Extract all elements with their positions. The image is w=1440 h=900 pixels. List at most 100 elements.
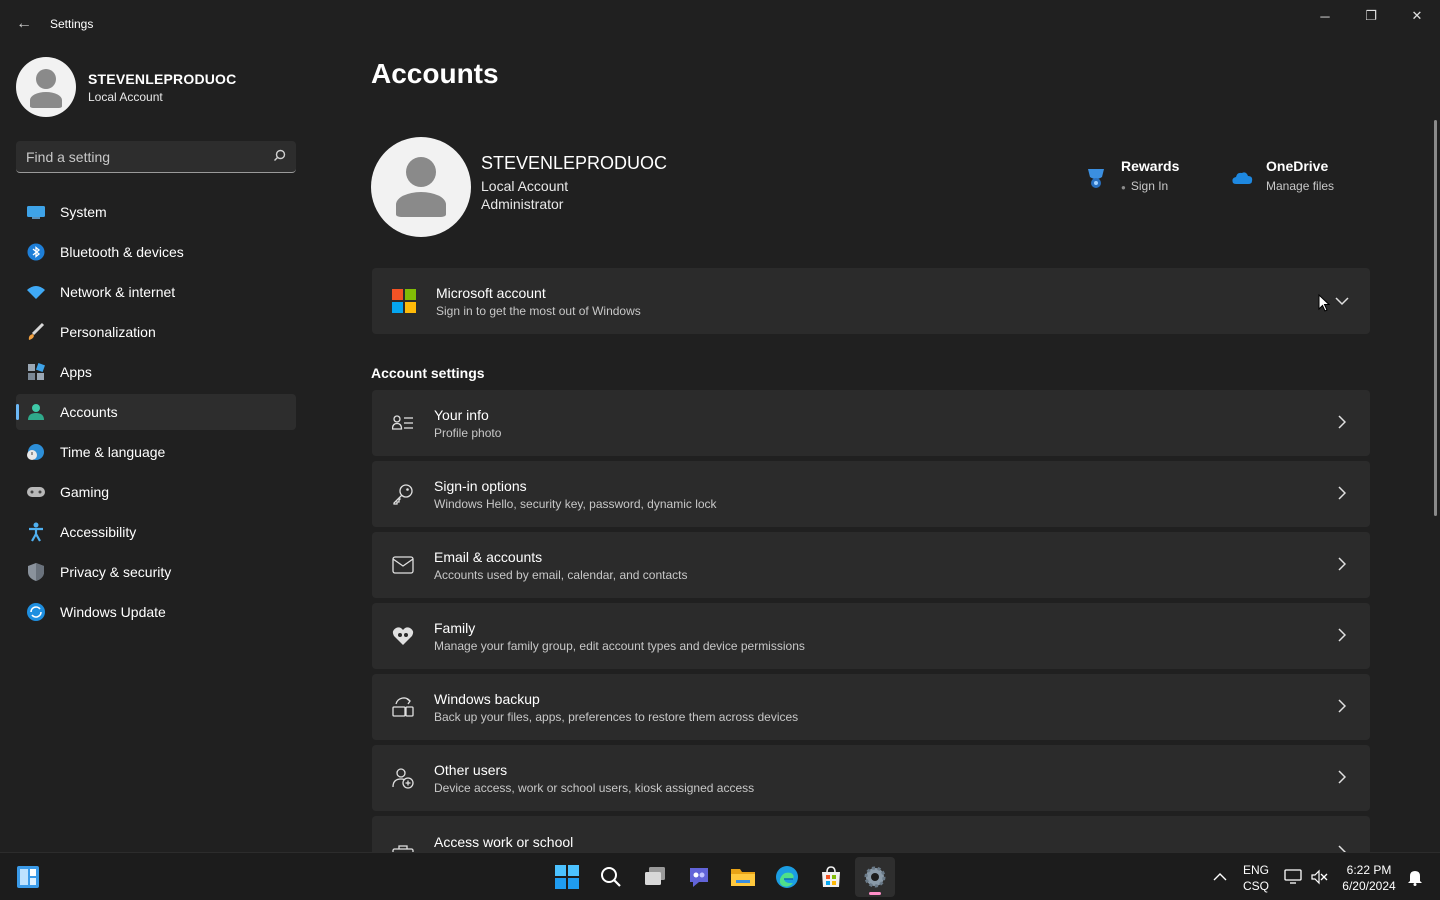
access-work-school-card[interactable]: Access work or school [372, 816, 1370, 859]
clock[interactable]: 6:22 PM 6/20/2024 [1336, 862, 1402, 894]
sidebar-item-windows-update[interactable]: Windows Update [16, 594, 296, 630]
sidebar-item-bluetooth[interactable]: Bluetooth & devices [16, 234, 296, 270]
card-title: Other users [434, 761, 508, 778]
taskbar: ENG CSQ 6:22 PM 6/20/2024 [0, 852, 1440, 900]
rewards-link[interactable]: Rewards ● Sign In [1085, 158, 1179, 193]
sidebar-item-accounts[interactable]: Accounts [16, 394, 296, 430]
sidebar-item-gaming[interactable]: Gaming [16, 474, 296, 510]
widgets-button[interactable] [8, 857, 48, 897]
account-avatar[interactable] [371, 137, 471, 237]
account-type: Local Account [481, 178, 569, 194]
minimize-icon: ─ [1320, 8, 1330, 24]
card-subtitle: Back up your files, apps, preferences to… [434, 709, 799, 724]
teams-chat-button[interactable] [679, 857, 719, 897]
brush-icon [26, 322, 46, 342]
scrollbar-thumb[interactable] [1434, 120, 1437, 516]
show-hidden-icons-button[interactable] [1202, 857, 1238, 897]
card-title: Microsoft account [436, 284, 546, 301]
family-card[interactable]: Family Manage your family group, edit ac… [372, 603, 1370, 669]
card-title: Family [434, 619, 476, 636]
your-info-card[interactable]: Your info Profile photo [372, 390, 1370, 456]
notification-bell-icon [1408, 871, 1422, 886]
volume-button[interactable] [1306, 857, 1332, 897]
microsoft-account-card[interactable]: Microsoft account Sign in to get the mos… [372, 268, 1370, 334]
keyboard-layout-code: CSQ [1242, 879, 1269, 893]
add-user-icon [392, 767, 414, 789]
sidebar-item-apps[interactable]: Apps [16, 354, 296, 390]
edge-icon [776, 866, 798, 888]
clock-date: 6/20/2024 [1342, 879, 1396, 893]
shield-icon [26, 562, 46, 582]
sidebar-item-time-language[interactable]: Time & language [16, 434, 296, 470]
family-heart-icon [392, 625, 414, 647]
network-monitor-icon [1284, 869, 1302, 884]
system-icon [26, 202, 46, 222]
backup-icon [392, 696, 414, 718]
start-button[interactable] [547, 857, 587, 897]
email-accounts-card[interactable]: Email & accounts Accounts used by email,… [372, 532, 1370, 598]
language-code: ENG [1242, 863, 1269, 877]
chevron-right-icon [1322, 485, 1362, 503]
sidebar-item-system[interactable]: System [16, 194, 296, 230]
sidebar-item-label: Windows Update [60, 604, 166, 620]
settings-button[interactable] [855, 857, 895, 897]
mouse-cursor-icon [1318, 294, 1330, 312]
close-button[interactable]: ✕ [1394, 0, 1440, 32]
notifications-button[interactable] [1402, 857, 1428, 897]
taskbar-search-button[interactable] [591, 857, 631, 897]
start-icon [555, 865, 579, 889]
rewards-trophy-icon [1085, 166, 1109, 190]
edge-button[interactable] [767, 857, 807, 897]
card-subtitle: Device access, work or school users, kio… [434, 780, 755, 795]
card-subtitle: Windows Hello, security key, password, d… [434, 496, 717, 511]
store-icon [822, 866, 840, 887]
card-title: Windows backup [434, 690, 540, 707]
back-arrow-icon: ← [16, 15, 32, 32]
widgets-icon [17, 866, 39, 888]
sidebar-item-personalization[interactable]: Personalization [16, 314, 296, 350]
search-box[interactable] [16, 141, 296, 173]
minimize-button[interactable]: ─ [1302, 0, 1348, 32]
language-indicator[interactable]: ENG CSQ [1238, 862, 1274, 894]
back-button[interactable]: ← [10, 10, 38, 38]
accessibility-icon [26, 522, 46, 542]
network-status-button[interactable] [1280, 857, 1306, 897]
sign-in-options-card[interactable]: Sign-in options Windows Hello, security … [372, 461, 1370, 527]
gamepad-icon [26, 482, 46, 502]
key-icon [392, 483, 414, 505]
sidebar-item-network[interactable]: Network & internet [16, 274, 296, 310]
search-input[interactable] [26, 148, 273, 165]
microsoft-logo-icon [392, 289, 416, 313]
clock-time: 6:22 PM [1346, 863, 1392, 877]
store-button[interactable] [811, 857, 851, 897]
card-title: Access work or school [434, 834, 574, 850]
contact-card-icon [392, 412, 414, 434]
chevron-right-icon [1322, 627, 1362, 645]
rewards-sub: Sign In [1130, 179, 1169, 193]
card-subtitle: Profile photo [434, 425, 502, 440]
sidebar-item-label: Privacy & security [60, 564, 172, 580]
chevron-right-icon [1322, 414, 1362, 432]
maximize-button[interactable]: ❐ [1348, 0, 1394, 32]
sidebar-item-label: Accounts [60, 404, 118, 420]
sidebar-item-privacy[interactable]: Privacy & security [16, 554, 296, 590]
apps-icon [26, 362, 46, 382]
other-users-card[interactable]: Other users Device access, work or schoo… [372, 745, 1370, 811]
chevron-right-icon [1322, 556, 1362, 574]
windows-backup-card[interactable]: Windows backup Back up your files, apps,… [372, 674, 1370, 740]
chevron-right-icon [1322, 769, 1362, 787]
card-subtitle: Accounts used by email, calendar, and co… [434, 567, 688, 582]
title-bar: ← Settings ─ ❐ ✕ [0, 0, 1440, 48]
task-view-button[interactable] [635, 857, 675, 897]
account-name: STEVENLEPRODUOC [481, 153, 668, 173]
sidebar-item-accessibility[interactable]: Accessibility [16, 514, 296, 550]
onedrive-link[interactable]: OneDrive Manage files [1230, 158, 1334, 193]
globe-clock-icon [26, 442, 46, 462]
file-explorer-icon [731, 869, 755, 886]
search-icon[interactable] [273, 149, 286, 165]
file-explorer-button[interactable] [723, 857, 763, 897]
account-role: Administrator [481, 196, 564, 212]
sidebar-item-label: Accessibility [60, 524, 137, 540]
sidebar-profile[interactable]: STEVENLEPRODUOC Local Account [16, 57, 236, 117]
account-summary: STEVENLEPRODUOC Local Account Administra… [481, 153, 667, 212]
